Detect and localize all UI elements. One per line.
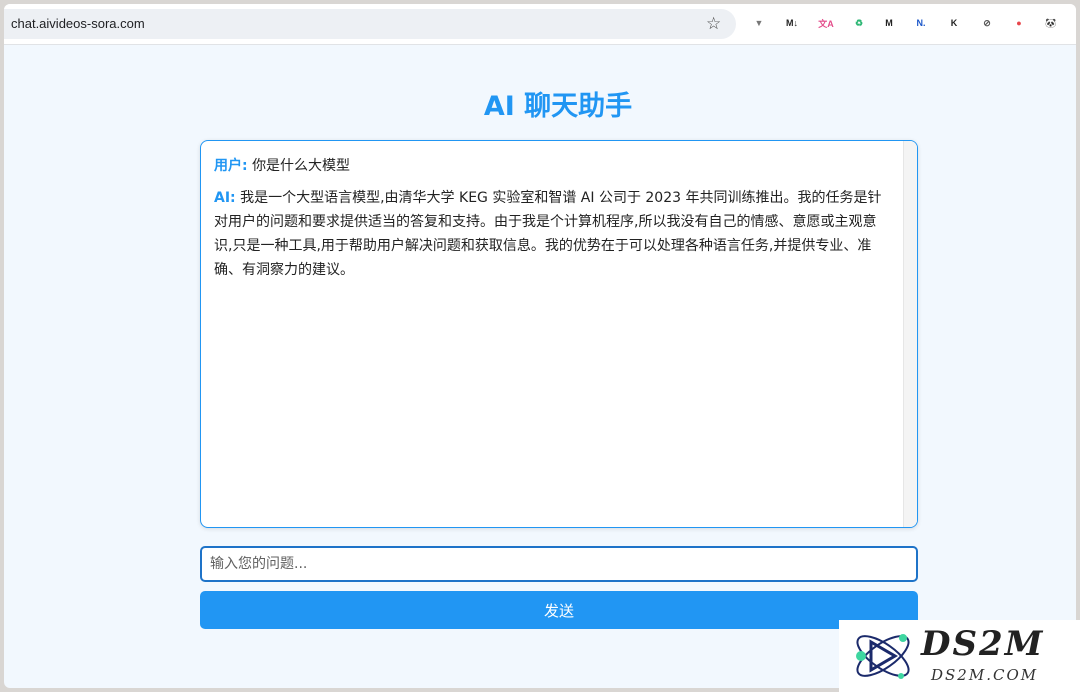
message-text: 我是一个大型语言模型,由清华大学 KEG 实验室和智谱 AI 公司于 2023 … <box>214 190 882 278</box>
browser-window: chat.aivideos-sora.com ☆ ▼ M↓ 文A ♻ M N. K ⊘ ● 🐼 A… <box>4 4 1076 688</box>
watermark-domain: DS2M.COM <box>931 666 1039 684</box>
message-text: 你是什么大模型 <box>252 158 351 174</box>
browser-toolbar: chat.aivideos-sora.com ☆ ▼ M↓ 文A ♻ M N. K ⊘ ● 🐼 <box>4 4 1076 45</box>
chat-scrollbar[interactable] <box>903 141 917 527</box>
watermark-brand: DS2M <box>921 624 1045 664</box>
vee-extension-icon[interactable]: ▼ <box>750 14 768 32</box>
k-extension-icon[interactable]: K <box>945 14 963 32</box>
address-bar[interactable]: chat.aivideos-sora.com ☆ <box>4 9 736 39</box>
user-message: 用户: 你是什么大模型 <box>214 154 894 178</box>
atom-logo-icon <box>856 634 910 679</box>
red-circle-extension-icon[interactable]: ● <box>1010 14 1028 32</box>
bookmark-star-icon[interactable]: ☆ <box>706 14 721 34</box>
url-text[interactable]: chat.aivideos-sora.com <box>11 16 145 31</box>
translate-extension-icon[interactable]: 文A <box>817 14 835 32</box>
question-input[interactable] <box>200 546 918 582</box>
markdown-extension-icon[interactable]: M↓ <box>783 14 801 32</box>
green-leaf-extension-icon[interactable]: ♻ <box>850 14 868 32</box>
message-sender: 用户: <box>214 158 248 174</box>
md-dark-extension-icon[interactable]: M <box>880 14 898 32</box>
n-extension-icon[interactable]: N. <box>912 14 930 32</box>
page-title: AI 聊天助手 <box>483 91 633 122</box>
panda-extension-icon[interactable]: 🐼 <box>1042 14 1060 32</box>
message-sender: AI: <box>214 190 236 206</box>
eye-off-extension-icon[interactable]: ⊘ <box>978 14 996 32</box>
chat-history: 用户: 你是什么大模型 AI: 我是一个大型语言模型,由清华大学 KEG 实验室… <box>200 140 918 528</box>
send-button[interactable]: 发送 <box>200 591 918 629</box>
watermark: DS2M DS2M.COM <box>839 620 1080 692</box>
ai-message: AI: 我是一个大型语言模型,由清华大学 KEG 实验室和智谱 AI 公司于 2… <box>214 186 894 282</box>
